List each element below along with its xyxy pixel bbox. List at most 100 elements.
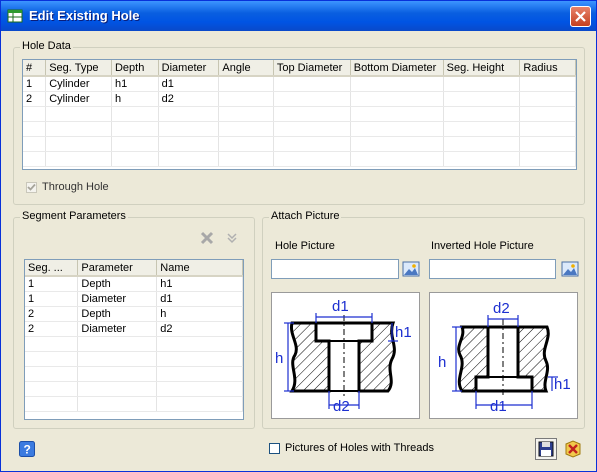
table-cell[interactable] — [156, 366, 243, 382]
table-cell[interactable]: Cylinder — [45, 76, 112, 92]
seg-col-header[interactable]: Name — [156, 260, 243, 277]
table-cell[interactable] — [77, 351, 158, 367]
through-hole-checkbox[interactable] — [26, 182, 37, 193]
table-cell[interactable]: 2 — [25, 321, 79, 337]
table-cell[interactable] — [350, 106, 444, 122]
table-cell[interactable] — [158, 151, 220, 167]
table-row[interactable] — [23, 121, 576, 137]
table-cell[interactable] — [23, 121, 47, 137]
table-cell[interactable] — [443, 151, 521, 167]
help-icon[interactable]: ? — [19, 441, 35, 457]
hole-col-header[interactable]: # — [23, 60, 47, 77]
table-cell[interactable] — [77, 366, 158, 382]
table-cell[interactable] — [218, 121, 274, 137]
table-cell[interactable] — [156, 336, 243, 352]
table-cell[interactable]: 2 — [25, 306, 79, 322]
table-row[interactable] — [25, 351, 243, 367]
table-cell[interactable] — [519, 136, 576, 152]
table-cell[interactable] — [519, 76, 576, 92]
table-cell[interactable] — [218, 106, 274, 122]
table-cell[interactable]: d1 — [158, 76, 220, 92]
table-cell[interactable]: h — [111, 91, 159, 107]
table-row[interactable]: 1 Depth h1 — [25, 276, 243, 292]
table-cell[interactable]: h — [156, 306, 243, 322]
table-row[interactable] — [23, 106, 576, 122]
table-cell[interactable]: 1 — [25, 291, 79, 307]
table-cell[interactable] — [77, 381, 158, 397]
table-cell[interactable] — [45, 136, 112, 152]
table-cell[interactable] — [273, 91, 351, 107]
table-row[interactable]: 2 Diameter d2 — [25, 321, 243, 337]
table-cell[interactable]: Diameter — [77, 321, 158, 337]
table-cell[interactable] — [350, 121, 444, 137]
table-cell[interactable]: 1 — [25, 276, 79, 292]
table-cell[interactable] — [443, 91, 521, 107]
table-cell[interactable] — [519, 121, 576, 137]
table-row[interactable]: 1 Cylinder h1 d1 — [23, 76, 576, 92]
table-cell[interactable] — [23, 151, 47, 167]
table-cell[interactable] — [158, 106, 220, 122]
table-cell[interactable]: d2 — [158, 91, 220, 107]
hole-picture-field[interactable] — [271, 259, 399, 279]
table-cell[interactable]: 2 — [23, 91, 47, 107]
table-cell[interactable] — [156, 381, 243, 397]
table-cell[interactable] — [443, 106, 521, 122]
table-row[interactable] — [25, 396, 243, 412]
cancel-edit-icon[interactable] — [564, 440, 582, 458]
table-cell[interactable] — [350, 136, 444, 152]
table-cell[interactable]: Cylinder — [45, 91, 112, 107]
table-cell[interactable] — [273, 106, 351, 122]
table-row[interactable]: 2 Depth h — [25, 306, 243, 322]
table-cell[interactable] — [156, 396, 243, 412]
table-row[interactable] — [23, 136, 576, 152]
table-cell[interactable] — [23, 106, 47, 122]
table-cell[interactable]: h1 — [156, 276, 243, 292]
table-row[interactable] — [25, 381, 243, 397]
table-cell[interactable] — [25, 366, 79, 382]
close-button[interactable] — [570, 6, 591, 27]
hole-data-table[interactable]: # Seg. Type Depth Diameter Angle Top Diameter… — [22, 59, 577, 170]
table-cell[interactable] — [443, 136, 521, 152]
table-cell[interactable] — [45, 121, 112, 137]
table-cell[interactable] — [519, 106, 576, 122]
table-cell[interactable]: Depth — [77, 306, 158, 322]
inverted-hole-picture-field[interactable] — [429, 259, 556, 279]
table-cell[interactable] — [519, 91, 576, 107]
table-cell[interactable]: Depth — [77, 276, 158, 292]
table-cell[interactable] — [519, 151, 576, 167]
hole-col-header[interactable]: Seg. Type — [45, 60, 112, 77]
segment-parameters-table[interactable]: Seg. ... Parameter Name 1 Depth h1 1 Diameter d… — [24, 259, 244, 420]
table-cell[interactable] — [111, 136, 159, 152]
table-cell[interactable] — [273, 121, 351, 137]
table-cell[interactable]: h1 — [111, 76, 159, 92]
seg-col-header[interactable]: Seg. ... — [25, 260, 79, 277]
table-cell[interactable] — [218, 76, 274, 92]
chevron-down-icon[interactable] — [225, 231, 239, 245]
table-cell[interactable] — [273, 76, 351, 92]
table-row[interactable]: 2 Cylinder h d2 — [23, 91, 576, 107]
hole-col-header[interactable]: Bottom Diameter — [350, 60, 444, 77]
table-cell[interactable] — [273, 136, 351, 152]
table-cell[interactable]: d1 — [156, 291, 243, 307]
table-cell[interactable] — [156, 351, 243, 367]
browse-inverted-picture-icon[interactable] — [561, 260, 579, 278]
browse-hole-picture-icon[interactable] — [402, 260, 420, 278]
table-row[interactable] — [25, 336, 243, 352]
hole-col-header[interactable]: Angle — [218, 60, 274, 77]
table-cell[interactable] — [25, 336, 79, 352]
table-cell[interactable] — [218, 136, 274, 152]
table-cell[interactable] — [273, 151, 351, 167]
seg-col-header[interactable]: Parameter — [77, 260, 158, 277]
table-cell[interactable] — [25, 396, 79, 412]
save-button[interactable] — [535, 438, 557, 460]
table-cell[interactable] — [25, 351, 79, 367]
table-cell[interactable] — [218, 151, 274, 167]
hole-col-header[interactable]: Top Diameter — [273, 60, 351, 77]
table-cell[interactable] — [111, 151, 159, 167]
table-cell[interactable] — [45, 151, 112, 167]
table-row[interactable]: 1 Diameter d1 — [25, 291, 243, 307]
table-cell[interactable] — [77, 396, 158, 412]
table-cell[interactable] — [23, 136, 47, 152]
table-cell[interactable] — [443, 121, 521, 137]
hole-col-header[interactable]: Radius — [519, 60, 576, 77]
